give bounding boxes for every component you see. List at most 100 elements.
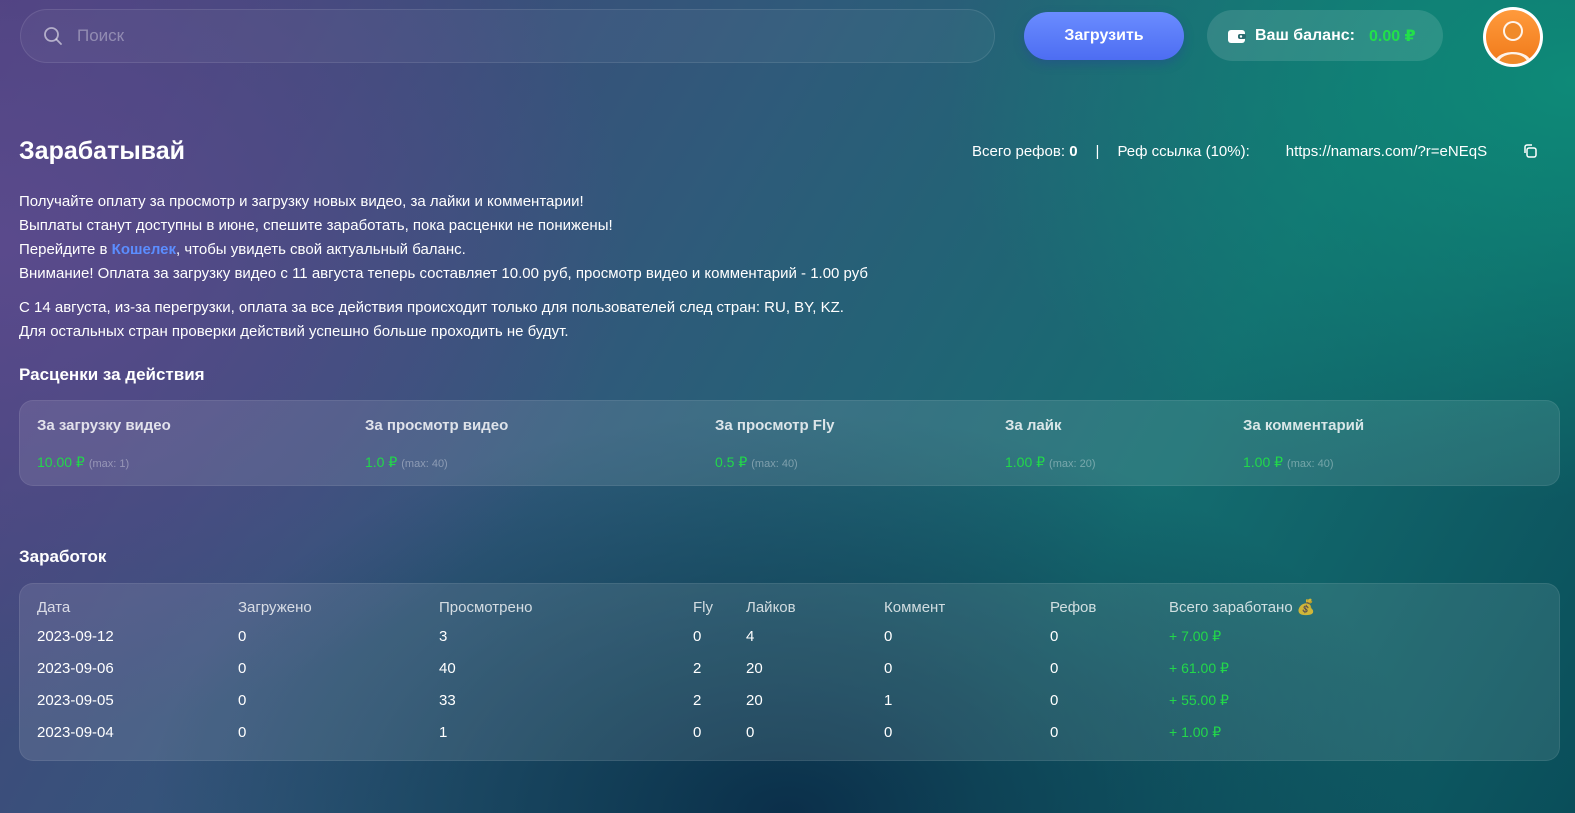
col-viewed: Просмотрено <box>439 598 533 616</box>
rate-like: За лайк 1.00 ₽ (max: 20) <box>1005 417 1096 471</box>
rates-card: За загрузку видео 10.00 ₽ (max: 1) За про… <box>19 400 1560 486</box>
cell: 0 <box>746 723 755 741</box>
cell: 0 <box>1050 627 1059 645</box>
balance-value: 0.00 ₽ <box>1368 27 1416 45</box>
col-refs: Рефов <box>1050 598 1097 616</box>
desc-line: Получайте оплату за просмотр и загрузку … <box>19 193 584 210</box>
rate-max: (max: 1) <box>88 458 130 470</box>
balance-widget[interactable]: Ваш баланс: 0.00 ₽ <box>1207 10 1443 61</box>
refs-label: Всего рефов: <box>972 143 1066 160</box>
cell: 0 <box>884 627 893 645</box>
cell: 0 <box>238 627 247 645</box>
wallet-link[interactable]: Кошелек <box>112 241 176 258</box>
rate-amount: 10.00 ₽ (max: 1) <box>37 454 171 471</box>
table-row: 2023-09-12 0 3 0 4 0 0 + 7.00 ₽ <box>37 620 1369 652</box>
cell: 2 <box>693 659 702 677</box>
cell: 0 <box>1050 723 1059 741</box>
cell: 4 <box>746 627 755 645</box>
cell: 20 <box>746 659 763 677</box>
user-avatar-icon <box>1494 21 1532 64</box>
rate-label: За просмотр Fly <box>715 417 835 434</box>
cell: 2023-09-12 <box>37 627 114 645</box>
wallet-icon <box>1228 29 1246 43</box>
cell: 1 <box>439 723 448 741</box>
earnings-title: Заработок <box>19 547 107 566</box>
cell: 0 <box>238 723 247 741</box>
rate-comment: За комментарий 1.00 ₽ (max: 40) <box>1243 417 1364 471</box>
page-title: Зарабатывай <box>19 137 185 165</box>
rate-upload: За загрузку видео 10.00 ₽ (max: 1) <box>37 417 171 471</box>
cell: 0 <box>693 627 702 645</box>
earn-description: Получайте оплату за просмотр и загрузку … <box>19 190 868 286</box>
rate-label: За загрузку видео <box>37 417 171 434</box>
rate-amount: 1.00 ₽ (max: 40) <box>1243 454 1364 471</box>
rate-amount: 1.0 ₽ (max: 40) <box>365 454 508 471</box>
country-notice: С 14 августа, из-за перегрузки, оплата з… <box>19 296 844 344</box>
rate-value: 10.00 ₽ <box>37 454 85 470</box>
ref-info: Всего рефов: 0 | Реф ссылка (10%): https… <box>972 143 1487 160</box>
rate-label: За лайк <box>1005 417 1062 434</box>
rate-max: (max: 20) <box>1049 458 1096 470</box>
search-bar[interactable] <box>20 9 995 63</box>
table-header: Дата Загружено Просмотрено Fly Лайков Ко… <box>37 598 1369 620</box>
ref-link[interactable]: https://namars.com/?r=eNEqS <box>1286 143 1487 160</box>
cell: 2023-09-04 <box>37 723 114 741</box>
rate-value: 1.00 ₽ <box>1005 454 1046 470</box>
cell-total: + 55.00 ₽ <box>1169 691 1229 708</box>
earnings-card: Дата Загружено Просмотрено Fly Лайков Ко… <box>19 583 1560 761</box>
cell: 0 <box>1050 659 1059 677</box>
rate-value: 1.0 ₽ <box>365 454 398 470</box>
cell: 0 <box>884 659 893 677</box>
col-total: Всего заработано 💰 <box>1169 599 1316 616</box>
desc-line: Внимание! Оплата за загрузку видео с 11 … <box>19 265 868 282</box>
col-date: Дата <box>37 598 71 616</box>
desc-line: С 14 августа, из-за перегрузки, оплата з… <box>19 299 844 316</box>
search-icon <box>44 27 62 45</box>
rate-value: 0.5 ₽ <box>715 454 748 470</box>
cell: 2023-09-06 <box>37 659 114 677</box>
cell: 40 <box>439 659 456 677</box>
avatar[interactable] <box>1483 7 1543 67</box>
refs-count: 0 <box>1069 143 1078 160</box>
search-input[interactable] <box>77 26 937 46</box>
rates-title: Расценки за действия <box>19 365 205 384</box>
rate-max: (max: 40) <box>751 458 798 470</box>
copy-icon[interactable] <box>1522 143 1538 159</box>
separator: | <box>1095 143 1100 160</box>
col-likes: Лайков <box>746 598 796 616</box>
rate-max: (max: 40) <box>1287 458 1334 470</box>
table-row: 2023-09-06 0 40 2 20 0 0 + 61.00 ₽ <box>37 652 1369 684</box>
cell: 0 <box>238 691 247 709</box>
cell: 0 <box>693 723 702 741</box>
cell-total: + 7.00 ₽ <box>1169 627 1222 644</box>
desc-line: Для остальных стран проверки действий ус… <box>19 323 569 340</box>
table-row: 2023-09-05 0 33 2 20 1 0 + 55.00 ₽ <box>37 684 1369 716</box>
cell: 33 <box>439 691 456 709</box>
rate-label: За просмотр видео <box>365 417 509 434</box>
upload-button[interactable]: Загрузить <box>1024 12 1184 60</box>
cell: 20 <box>746 691 763 709</box>
desc-text: Перейдите в <box>19 241 112 258</box>
balance-label: Ваш баланс: <box>1255 26 1355 44</box>
rate-amount: 0.5 ₽ (max: 40) <box>715 454 834 471</box>
rate-label: За комментарий <box>1243 417 1365 434</box>
cell: 3 <box>439 627 448 645</box>
ref-link-label: Реф ссылка (10%): <box>1117 143 1250 160</box>
rate-value: 1.00 ₽ <box>1243 454 1284 470</box>
cell-total: + 1.00 ₽ <box>1169 723 1222 740</box>
col-comments: Коммент <box>884 598 946 616</box>
cell-total: + 61.00 ₽ <box>1169 659 1229 676</box>
desc-line: Перейдите в Кошелек, чтобы увидеть свой … <box>19 238 868 262</box>
rate-max: (max: 40) <box>401 458 448 470</box>
earnings-table: Дата Загружено Просмотрено Fly Лайков Ко… <box>37 598 1369 748</box>
cell: 0 <box>238 659 247 677</box>
cell: 0 <box>884 723 893 741</box>
cell: 1 <box>884 691 893 709</box>
desc-text: , чтобы увидеть свой актуальный баланс. <box>176 241 466 258</box>
cell: 2 <box>693 691 702 709</box>
cell: 2023-09-05 <box>37 691 114 709</box>
col-uploaded: Загружено <box>238 598 312 616</box>
col-fly: Fly <box>693 598 713 616</box>
rate-view: За просмотр видео 1.0 ₽ (max: 40) <box>365 417 508 471</box>
table-row: 2023-09-04 0 1 0 0 0 0 + 1.00 ₽ <box>37 716 1369 748</box>
